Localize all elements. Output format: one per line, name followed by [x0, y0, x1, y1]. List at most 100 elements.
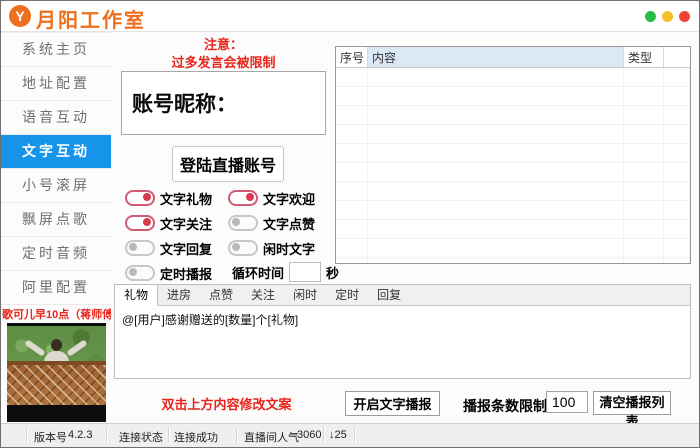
table-row[interactable] [336, 163, 690, 182]
toggle-text-like[interactable]: 文字点赞 [228, 216, 336, 230]
video-frame [7, 326, 106, 405]
table-cell [336, 258, 368, 264]
loop-time-label: 循环时间 [232, 263, 284, 282]
table-cell [368, 258, 624, 264]
toggle-label: 文字关注 [160, 214, 212, 233]
statusbar-separator [26, 427, 28, 443]
loop-time-group: 循环时间 秒 [232, 262, 339, 282]
table-cell [336, 201, 368, 219]
sidebar-item-float-screen-song[interactable]: 飘屏点歌 [1, 203, 111, 237]
table-cell [664, 201, 690, 219]
toggle-knob [143, 218, 151, 226]
table-cell [368, 239, 624, 257]
table-cell [624, 68, 664, 86]
sidebar-item-timed-audio[interactable]: 定时音频 [1, 237, 111, 271]
table-cell [664, 87, 690, 105]
table-header-cell: 序号 [336, 47, 368, 67]
table-row[interactable] [336, 220, 690, 239]
person-arm [24, 339, 45, 357]
table-cell [368, 87, 624, 105]
tab-闲时[interactable]: 闲时 [284, 285, 326, 305]
title-bar: Y 月阳工作室 [1, 1, 699, 32]
table-cell [624, 106, 664, 124]
toggle-switch-icon[interactable] [228, 215, 258, 231]
toggle-text-welcome[interactable]: 文字欢迎 [228, 191, 336, 205]
tab-关注[interactable]: 关注 [242, 285, 284, 305]
toggle-text-gift[interactable]: 文字礼物 [125, 191, 228, 205]
sidebar-item-system-home[interactable]: 系统主页 [1, 33, 111, 67]
tab-礼物[interactable]: 礼物 [114, 284, 158, 306]
table-row[interactable] [336, 87, 690, 106]
sidebar-item-address-config[interactable]: 地址配置 [1, 67, 111, 101]
edit-hint: 双击上方内容修改文案 [119, 394, 334, 413]
account-nickname-label: 账号昵称： [132, 88, 237, 118]
sidebar: 系统主页地址配置语音互动文字互动小号滚屏飘屏点歌定时音频阿里配置 [1, 32, 111, 305]
broadcast-limit-input[interactable] [546, 391, 588, 413]
statusbar-separator [106, 427, 108, 443]
sidebar-item-text-interact[interactable]: 文字互动 [1, 135, 111, 169]
table-cell [624, 182, 664, 200]
clear-broadcast-list-button[interactable]: 清空播报列表 [593, 391, 671, 415]
table-header-filler [664, 47, 690, 67]
warning-title: 注意： [121, 34, 326, 53]
tab-回复[interactable]: 回复 [368, 285, 410, 305]
toggle-label: 文字欢迎 [263, 189, 315, 208]
loop-time-input[interactable] [289, 262, 321, 282]
sidebar-item-voice-interact[interactable]: 语音互动 [1, 101, 111, 135]
toggle-switch-icon[interactable] [125, 190, 155, 206]
person-arm [66, 339, 87, 357]
template-panel: 礼物进房点赞关注闲时定时回复 @[用户]感谢赠送的[数量]个[礼物] [114, 284, 691, 379]
broadcast-table[interactable]: 序号内容类型 [335, 46, 691, 264]
table-row[interactable] [336, 68, 690, 87]
tab-定时[interactable]: 定时 [326, 285, 368, 305]
toggle-switch-icon[interactable] [228, 190, 258, 206]
table-cell [368, 220, 624, 238]
toggle-timed-broadcast[interactable]: 定时播报 [125, 266, 228, 280]
table-cell [624, 220, 664, 238]
login-live-account-button[interactable]: 登陆直播账号 [172, 146, 284, 182]
table-cell [336, 68, 368, 86]
sidebar-item-ali-config[interactable]: 阿里配置 [1, 271, 111, 305]
table-cell [368, 182, 624, 200]
table-header-cell: 类型 [624, 47, 664, 67]
start-text-broadcast-button[interactable]: 开启文字播报 [345, 391, 440, 416]
tab-点赞[interactable]: 点赞 [200, 285, 242, 305]
yellow-dot[interactable] [662, 11, 673, 22]
table-row[interactable] [336, 201, 690, 220]
tab-进房[interactable]: 进房 [158, 285, 200, 305]
toggle-knob [232, 243, 240, 251]
toggle-idle-text[interactable]: 闲时文字 [228, 241, 336, 255]
table-cell [664, 239, 690, 257]
toggle-text-reply[interactable]: 文字回复 [125, 241, 228, 255]
fence [7, 361, 106, 405]
template-tabs: 礼物进房点赞关注闲时定时回复 [115, 285, 690, 306]
table-row[interactable] [336, 106, 690, 125]
table-cell [336, 87, 368, 105]
table-cell [336, 163, 368, 181]
red-dot[interactable] [679, 11, 690, 22]
table-cell [624, 258, 664, 264]
statusbar-separator [354, 427, 356, 443]
video-thumbnail[interactable] [7, 323, 106, 422]
toggle-switch-icon[interactable] [228, 240, 258, 256]
connection-label: 连接状态 [119, 429, 163, 445]
table-row[interactable] [336, 239, 690, 258]
table-cell [624, 144, 664, 162]
table-cell [336, 220, 368, 238]
green-dot[interactable] [645, 11, 656, 22]
table-cell [664, 68, 690, 86]
table-cell [664, 125, 690, 143]
account-nickname-box: 账号昵称： [121, 71, 326, 135]
table-row[interactable] [336, 258, 690, 264]
toggle-text-follow[interactable]: 文字关注 [125, 216, 228, 230]
toggle-switch-icon[interactable] [125, 240, 155, 256]
table-row[interactable] [336, 125, 690, 144]
table-row[interactable] [336, 182, 690, 201]
sidebar-item-alt-account-scroll[interactable]: 小号滚屏 [1, 169, 111, 203]
statusbar-separator [168, 427, 170, 443]
template-text[interactable]: @[用户]感谢赠送的[数量]个[礼物] [115, 306, 690, 333]
toggle-switch-icon[interactable] [125, 215, 155, 231]
table-row[interactable] [336, 144, 690, 163]
loop-time-unit: 秒 [326, 263, 339, 282]
toggle-switch-icon[interactable] [125, 265, 155, 281]
